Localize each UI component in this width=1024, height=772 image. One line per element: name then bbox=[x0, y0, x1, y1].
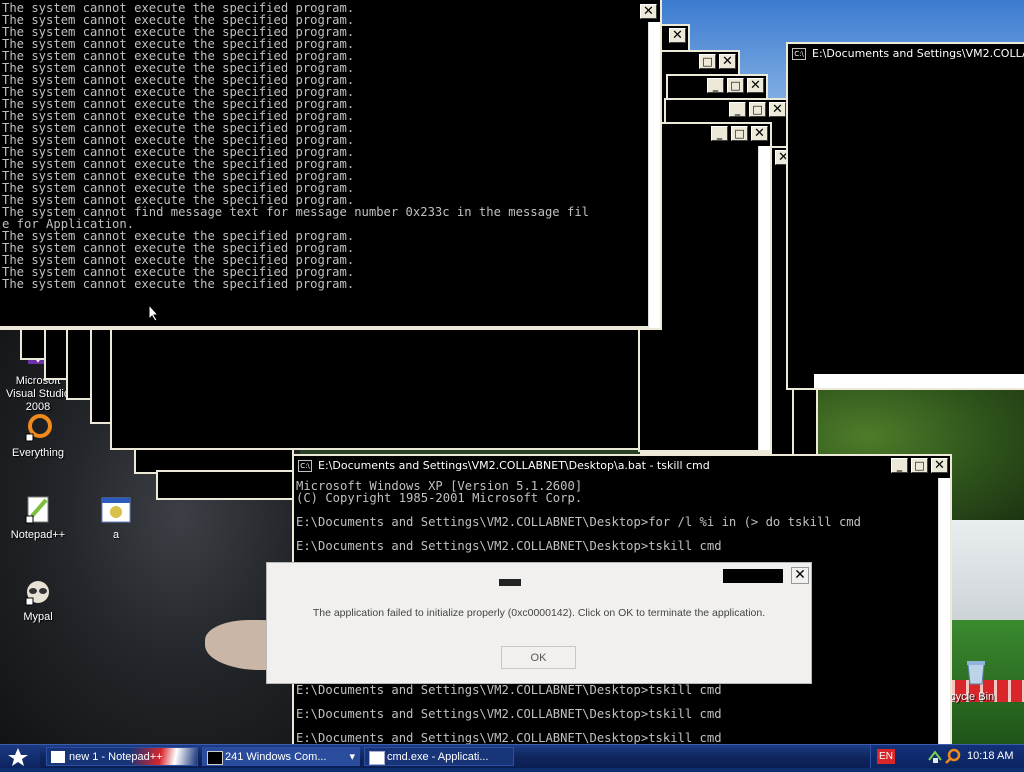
console-window-right[interactable]: C:\ E:\Documents and Settings\VM2.COLLAB… bbox=[786, 42, 1024, 390]
console-window-top[interactable]: The system cannot execute the specified … bbox=[0, 0, 662, 330]
desktop-icon-label: Notepad++ bbox=[10, 529, 66, 541]
vertical-scrollbar[interactable] bbox=[648, 22, 660, 328]
window-title: E:\Documents and Settings\VM2.COLLABNET\… bbox=[318, 459, 710, 472]
console-output: The system cannot execute the specified … bbox=[2, 1, 589, 291]
dialog-icon bbox=[499, 579, 521, 586]
taskbar-button-label: cmd.exe - Applicati... bbox=[387, 751, 489, 763]
window-title: E:\Documents and Settings\VM2.COLLABNET bbox=[812, 47, 1024, 60]
window-titlebar[interactable]: C:\ E:\Documents and Settings\VM2.COLLAB… bbox=[788, 44, 1024, 64]
start-star-icon bbox=[8, 748, 28, 766]
console-window-ghost[interactable] bbox=[156, 470, 296, 500]
maximize-button[interactable]: □ bbox=[727, 78, 744, 93]
dialog-title-fragment bbox=[723, 569, 783, 583]
search-icon[interactable] bbox=[945, 748, 961, 764]
console-icon: C:\ bbox=[792, 48, 806, 60]
maximize-button[interactable]: □ bbox=[749, 102, 766, 117]
console-icon: C:\ bbox=[298, 460, 312, 472]
taskbar-button-label: new 1 - Notepad++ bbox=[69, 751, 163, 763]
language-indicator[interactable]: EN bbox=[877, 749, 895, 764]
network-icon[interactable] bbox=[927, 748, 943, 764]
horizontal-scrollbar[interactable] bbox=[814, 374, 1024, 388]
desktop-icon-everything[interactable]: Everything bbox=[0, 412, 76, 460]
vertical-scrollbar[interactable] bbox=[758, 146, 770, 450]
console-output: E:\Documents and Settings\VM2.COLLABNET\… bbox=[296, 683, 722, 744]
desktop-icon-notepad-plus-plus[interactable]: Notepad++ bbox=[0, 494, 76, 542]
minimize-button[interactable]: _ bbox=[707, 78, 724, 93]
error-dialog[interactable]: ✕ The application failed to initialize p… bbox=[266, 562, 812, 684]
ok-button[interactable]: OK bbox=[501, 646, 576, 669]
window-icon bbox=[369, 751, 385, 765]
maximize-button[interactable]: □ bbox=[911, 458, 928, 473]
desktop-icon-label: a bbox=[112, 529, 120, 541]
batch-file-icon bbox=[100, 494, 132, 526]
desktop-icon-label: Microsoft Visual Studio 2008 bbox=[5, 375, 70, 413]
chevron-down-icon: ▾ bbox=[349, 751, 355, 763]
window-titlebar[interactable]: C:\ E:\Documents and Settings\VM2.COLLAB… bbox=[294, 456, 950, 476]
minimize-button[interactable]: _ bbox=[711, 126, 728, 141]
recycle-bin-icon bbox=[960, 656, 992, 688]
close-button[interactable]: ✕ bbox=[747, 78, 764, 93]
close-button[interactable]: ✕ bbox=[669, 28, 686, 43]
minimize-button[interactable]: □ bbox=[699, 54, 716, 69]
taskbar-button-console-group[interactable]: 241 Windows Com... ▾ bbox=[202, 747, 360, 766]
mypal-browser-icon bbox=[22, 576, 54, 608]
start-button[interactable] bbox=[0, 745, 40, 768]
desktop[interactable]: Microsoft Visual Studio 2008 Everything … bbox=[0, 0, 1024, 744]
minimize-button[interactable]: _ bbox=[891, 458, 908, 473]
minimize-button[interactable]: _ bbox=[729, 102, 746, 117]
taskbar-button-notepad[interactable]: new 1 - Notepad++ bbox=[46, 747, 198, 766]
notepad-plus-plus-icon bbox=[51, 751, 65, 763]
dialog-message: The application failed to initialize pro… bbox=[312, 607, 766, 619]
desktop-icon-label: Everything bbox=[12, 447, 64, 459]
desktop-icon-recycle-bin[interactable]: ecycle Bin bbox=[944, 656, 1024, 704]
everything-search-icon bbox=[22, 412, 54, 444]
close-button[interactable]: ✕ bbox=[719, 54, 736, 69]
taskbar: new 1 - Notepad++ 241 Windows Com... ▾ c… bbox=[0, 744, 1024, 768]
close-button[interactable]: ✕ bbox=[769, 102, 786, 117]
notepad-plus-plus-icon bbox=[22, 494, 54, 526]
clock[interactable]: 10:18 AM bbox=[967, 745, 1013, 768]
desktop-icon-a-bat[interactable]: a bbox=[78, 494, 154, 542]
maximize-button[interactable]: □ bbox=[731, 126, 748, 141]
console-output: Microsoft Windows XP [Version 5.1.2600] … bbox=[296, 479, 861, 553]
mouse-cursor-icon bbox=[148, 304, 160, 322]
desktop-icon-mypal[interactable]: Mypal bbox=[0, 576, 76, 624]
vertical-scrollbar[interactable] bbox=[938, 478, 950, 744]
taskbar-button-cmd-error[interactable]: cmd.exe - Applicati... bbox=[364, 747, 514, 766]
taskbar-button-label: 241 Windows Com... bbox=[225, 751, 327, 763]
close-button[interactable]: ✕ bbox=[931, 458, 948, 473]
close-button[interactable]: ✕ bbox=[751, 126, 768, 141]
close-button[interactable]: ✕ bbox=[640, 4, 657, 19]
console-icon bbox=[207, 751, 223, 765]
window-border bbox=[0, 326, 650, 328]
dialog-close-button[interactable]: ✕ bbox=[791, 567, 809, 584]
desktop-icon-label: Mypal bbox=[23, 611, 53, 623]
system-tray: EN 10:18 AM bbox=[870, 745, 1024, 768]
